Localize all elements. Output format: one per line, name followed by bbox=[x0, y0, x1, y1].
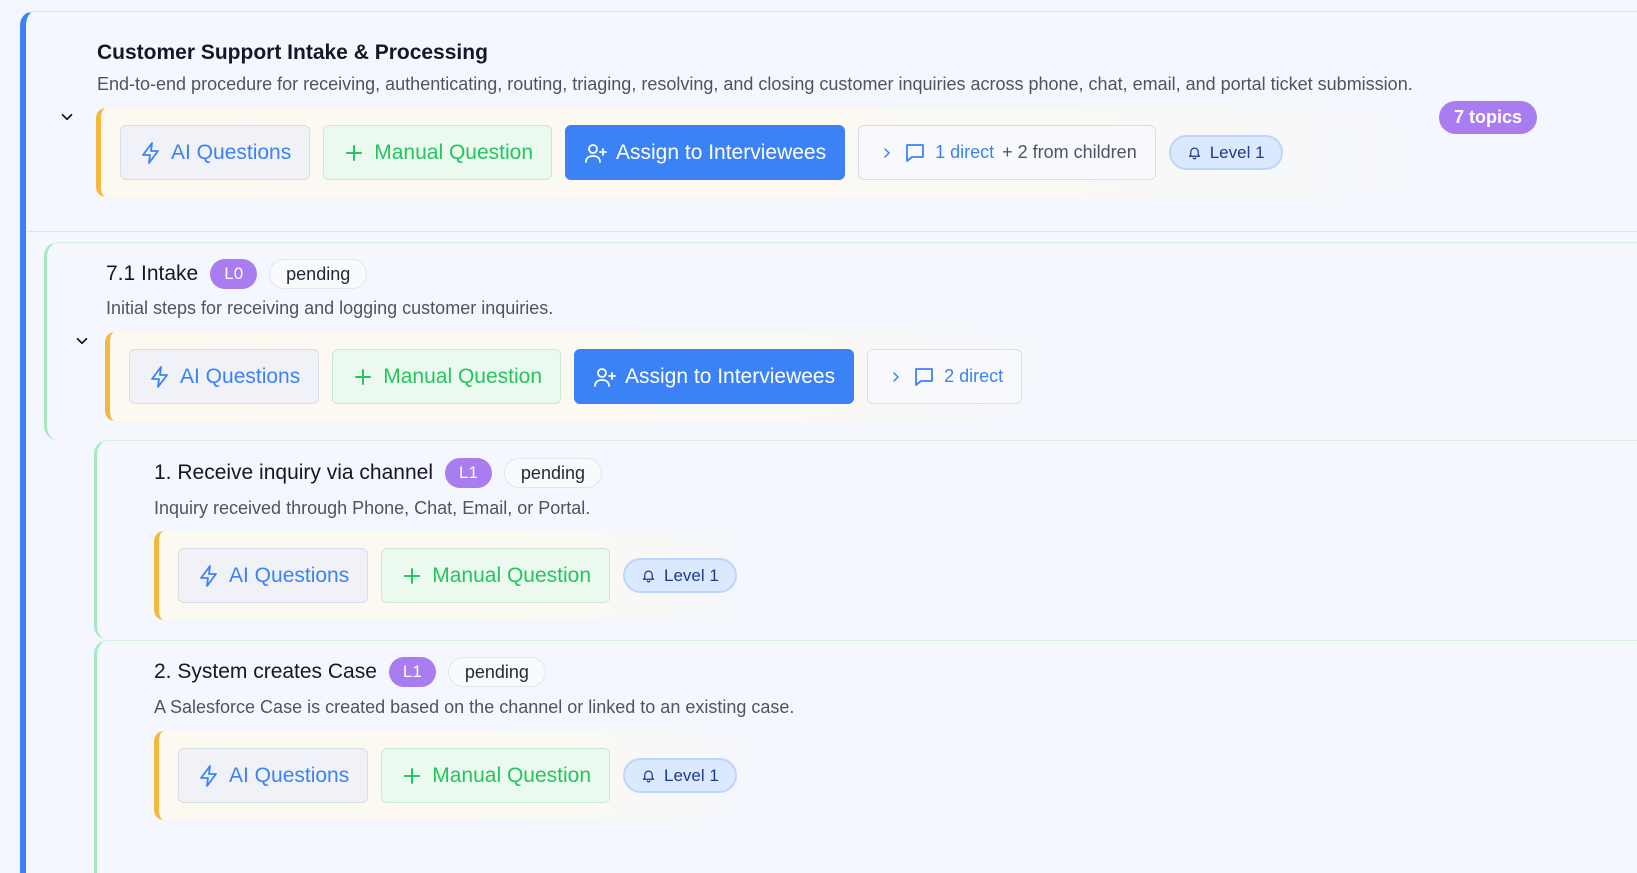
section-title: 7.1 Intake bbox=[106, 262, 199, 285]
step-2-description: A Salesforce Case is created based on th… bbox=[154, 697, 795, 717]
plus-icon bbox=[404, 767, 421, 784]
assign-interviewees-label: Assign to Interviewees bbox=[625, 364, 836, 388]
procedure-tree: Customer Support Intake & Processing End… bbox=[20, 11, 1637, 873]
manual-question-label: Manual Question bbox=[432, 763, 591, 787]
section-header: 7.1 Intake L0 pending bbox=[106, 259, 368, 289]
manual-question-button[interactable]: Manual Question bbox=[381, 548, 610, 603]
assign-interviewees-button[interactable]: Assign to Interviewees bbox=[565, 125, 846, 180]
comments-direct-count: 2 direct bbox=[944, 366, 1004, 386]
level-badge: Level 1 bbox=[623, 758, 737, 793]
step-1-title: 1. Receive inquiry via channel bbox=[154, 461, 433, 484]
assign-interviewees-button[interactable]: Assign to Interviewees bbox=[574, 349, 855, 404]
ai-questions-label: AI Questions bbox=[229, 763, 350, 787]
root-title: Customer Support Intake & Processing bbox=[97, 41, 488, 64]
step-2-title: 2. System creates Case bbox=[154, 660, 377, 683]
step-1-header: 1. Receive inquiry via channel L1 pendin… bbox=[154, 458, 602, 488]
step-2-toolbar: AI Questions Manual Question Level 1 bbox=[154, 731, 754, 820]
bell-icon bbox=[1188, 147, 1200, 160]
root-description: End-to-end procedure for receiving, auth… bbox=[97, 74, 1413, 94]
ai-questions-label: AI Questions bbox=[171, 140, 292, 164]
section-toolbar: AI Questions Manual Question Assign to I… bbox=[105, 332, 1045, 421]
bell-icon bbox=[642, 570, 655, 583]
level-badge: Level 1 bbox=[1168, 135, 1283, 170]
manual-question-button[interactable]: Manual Question bbox=[381, 748, 610, 803]
root-node: Customer Support Intake & Processing End… bbox=[26, 12, 1637, 232]
level-label: Level 1 bbox=[664, 565, 719, 585]
ai-questions-button[interactable]: AI Questions bbox=[120, 125, 311, 180]
user-plus-icon bbox=[594, 367, 616, 387]
comments-direct-count: 1 direct bbox=[935, 142, 995, 162]
chevron-right-icon bbox=[884, 147, 890, 158]
collapse-section-chevron-down-icon[interactable] bbox=[70, 329, 94, 353]
step-1-status-badge: pending bbox=[503, 458, 602, 488]
level-label: Level 1 bbox=[1209, 142, 1265, 162]
collapse-root-chevron-down-icon[interactable] bbox=[55, 105, 79, 129]
comment-icon bbox=[906, 143, 925, 162]
manual-question-label: Manual Question bbox=[383, 364, 542, 388]
lightning-icon bbox=[200, 764, 217, 787]
manual-question-label: Manual Question bbox=[374, 140, 533, 164]
ai-questions-button[interactable]: AI Questions bbox=[178, 748, 369, 803]
manual-question-button[interactable]: Manual Question bbox=[323, 125, 552, 180]
step-2-level-badge: L1 bbox=[388, 657, 436, 687]
comments-children-count: + 2 from children bbox=[1002, 142, 1137, 162]
bell-icon bbox=[642, 770, 655, 783]
lightning-icon bbox=[200, 564, 217, 587]
plus-icon bbox=[355, 368, 372, 385]
step-1-toolbar: AI Questions Manual Question Level 1 bbox=[154, 531, 754, 620]
user-plus-icon bbox=[585, 143, 607, 163]
lightning-icon bbox=[142, 141, 159, 164]
plus-icon bbox=[346, 144, 363, 161]
lightning-icon bbox=[151, 365, 168, 388]
chevron-right-icon bbox=[893, 371, 899, 382]
comments-toggle-button[interactable]: 2 direct bbox=[867, 349, 1023, 404]
manual-question-button[interactable]: Manual Question bbox=[332, 349, 561, 404]
step-1-level-badge: L1 bbox=[445, 458, 492, 488]
root-toolbar: AI Questions Manual Question Assign to I… bbox=[96, 108, 1416, 197]
ai-questions-button[interactable]: AI Questions bbox=[129, 349, 320, 404]
topics-count-badge: 7 topics bbox=[1439, 101, 1538, 134]
comments-toggle-button[interactable]: 1 direct + 2 from children bbox=[858, 125, 1156, 180]
assign-interviewees-label: Assign to Interviewees bbox=[616, 140, 827, 164]
step-2-status-badge: pending bbox=[447, 657, 546, 687]
level-label: Level 1 bbox=[664, 765, 719, 785]
comment-icon bbox=[915, 367, 934, 386]
level-badge: Level 1 bbox=[623, 558, 737, 593]
step-1-description: Inquiry received through Phone, Chat, Em… bbox=[154, 498, 591, 518]
section-status-badge: pending bbox=[269, 259, 368, 289]
section-level-badge: L0 bbox=[210, 259, 258, 289]
step-2-header: 2. System creates Case L1 pending bbox=[154, 657, 546, 687]
ai-questions-button[interactable]: AI Questions bbox=[178, 548, 369, 603]
ai-questions-label: AI Questions bbox=[229, 563, 350, 587]
section-description: Initial steps for receiving and logging … bbox=[106, 298, 554, 318]
plus-icon bbox=[404, 567, 421, 584]
ai-questions-label: AI Questions bbox=[180, 364, 301, 388]
manual-question-label: Manual Question bbox=[432, 563, 591, 587]
